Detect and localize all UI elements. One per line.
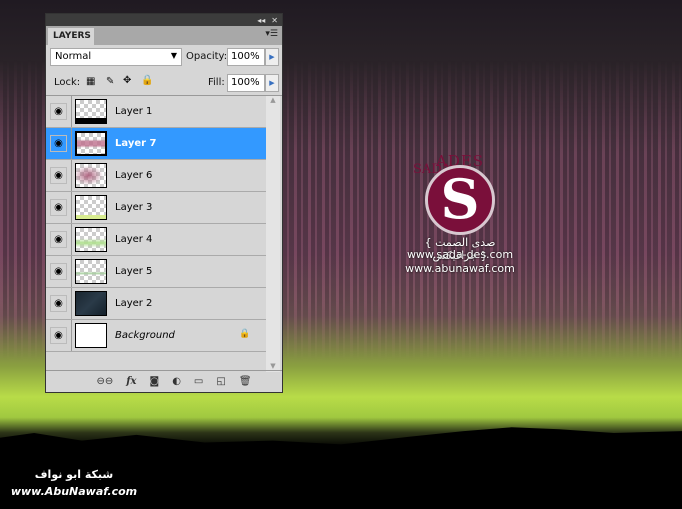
layer-name: Layer 1: [115, 106, 153, 117]
layer-name: Layer 2: [115, 298, 153, 309]
layers-scrollbar[interactable]: ▲ ▼: [266, 96, 280, 372]
collapse-icon[interactable]: ◂◂: [257, 16, 265, 25]
adjustment-layer-icon[interactable]: ◐: [172, 376, 181, 387]
fill-input[interactable]: 100%: [227, 74, 265, 92]
layer-thumbnail: [75, 259, 107, 284]
tab-layers[interactable]: LAYERS: [48, 28, 94, 45]
lock-label: Lock:: [54, 77, 81, 88]
layer-row[interactable]: ◉ Layer 7: [46, 128, 266, 160]
scroll-down-icon[interactable]: ▼: [266, 362, 280, 370]
link-layers-icon[interactable]: ⊖⊖: [96, 376, 113, 387]
layer-row[interactable]: ◉ Layer 6: [46, 160, 266, 192]
layer-thumbnail: [75, 227, 107, 252]
eye-icon[interactable]: ◉: [50, 199, 67, 216]
close-icon[interactable]: ✕: [271, 16, 278, 25]
chevron-down-icon: ▼: [170, 51, 177, 60]
blend-mode-select[interactable]: Normal ▼: [50, 48, 182, 66]
eye-icon[interactable]: ◉: [50, 135, 67, 152]
layer-name: Layer 4: [115, 234, 153, 245]
layer-row[interactable]: ◉ Layer 3: [46, 192, 266, 224]
corner-arabic: شبكة ابو نواف: [34, 468, 114, 481]
eye-icon[interactable]: ◉: [50, 263, 67, 280]
layer-row[interactable]: ◉ Layer 1: [46, 96, 266, 128]
opacity-slider-button[interactable]: ▶: [265, 48, 279, 66]
layers-toolbar: ⊖⊖ fx ◙ ◐ ▭ ◱ 🗑: [46, 370, 282, 392]
layer-row[interactable]: ◉ Background 🔒: [46, 320, 266, 352]
layer-name: Layer 6: [115, 170, 153, 181]
eye-icon[interactable]: ◉: [50, 231, 67, 248]
layers-list: ◉ Layer 1 ◉ Layer 7 ◉ Layer 6 ◉ Layer 3 ◉ Lay…: [46, 95, 282, 372]
scroll-up-icon[interactable]: ▲: [266, 96, 280, 104]
fx-icon[interactable]: fx: [126, 376, 136, 387]
fill-slider-button[interactable]: ▶: [265, 74, 279, 92]
layer-thumbnail: [75, 163, 107, 188]
layers-panel: ◂◂ ✕ LAYERS ▾☰ Normal ▼ Opacity: 100% ▶ L…: [45, 13, 283, 393]
eye-icon[interactable]: ◉: [50, 295, 67, 312]
layer-name: Layer 3: [115, 202, 153, 213]
eye-icon[interactable]: ◉: [50, 167, 67, 184]
layer-thumbnail: [75, 291, 107, 316]
watermark-url1: www.sada-des.com: [406, 248, 514, 261]
lock-transparent-icon[interactable]: ▦: [86, 76, 95, 87]
add-mask-icon[interactable]: ◙: [149, 376, 159, 387]
watermark-url2: www.abunawaf.com: [405, 262, 515, 275]
eye-icon[interactable]: ◉: [50, 103, 67, 120]
layer-name: Background: [115, 330, 175, 341]
lock-icon: 🔒: [239, 329, 251, 339]
opacity-label: Opacity:: [186, 51, 228, 62]
new-group-icon[interactable]: ▭: [194, 376, 203, 387]
logo-side-text: SADA: [413, 162, 451, 177]
new-layer-icon[interactable]: ◱: [216, 376, 225, 387]
layer-thumbnail: [75, 99, 107, 124]
lock-all-icon[interactable]: 🔒: [141, 75, 153, 86]
lock-move-icon[interactable]: ✥: [123, 75, 131, 86]
layer-row[interactable]: ◉ Layer 4: [46, 224, 266, 256]
layer-name: Layer 5: [115, 266, 153, 277]
opacity-input[interactable]: 100%: [227, 48, 265, 66]
lock-brush-icon[interactable]: ✎: [106, 76, 114, 87]
sada-des-logo: S: [425, 165, 495, 235]
panel-titlebar[interactable]: ◂◂ ✕: [46, 14, 282, 26]
layer-thumbnail: [75, 323, 107, 348]
layer-row[interactable]: ◉ Layer 2: [46, 288, 266, 320]
trash-icon[interactable]: 🗑: [239, 376, 252, 387]
layer-thumbnail: [75, 131, 107, 156]
layer-thumbnail: [75, 195, 107, 220]
corner-url: www.AbuNawaf.com: [10, 485, 138, 498]
fill-label: Fill:: [208, 77, 225, 88]
blend-mode-value: Normal: [55, 51, 92, 62]
layer-row[interactable]: ◉ Layer 5: [46, 256, 266, 288]
panel-menu-icon[interactable]: ▾☰: [265, 29, 278, 39]
layer-name: Layer 7: [115, 138, 157, 149]
eye-icon[interactable]: ◉: [50, 327, 67, 344]
